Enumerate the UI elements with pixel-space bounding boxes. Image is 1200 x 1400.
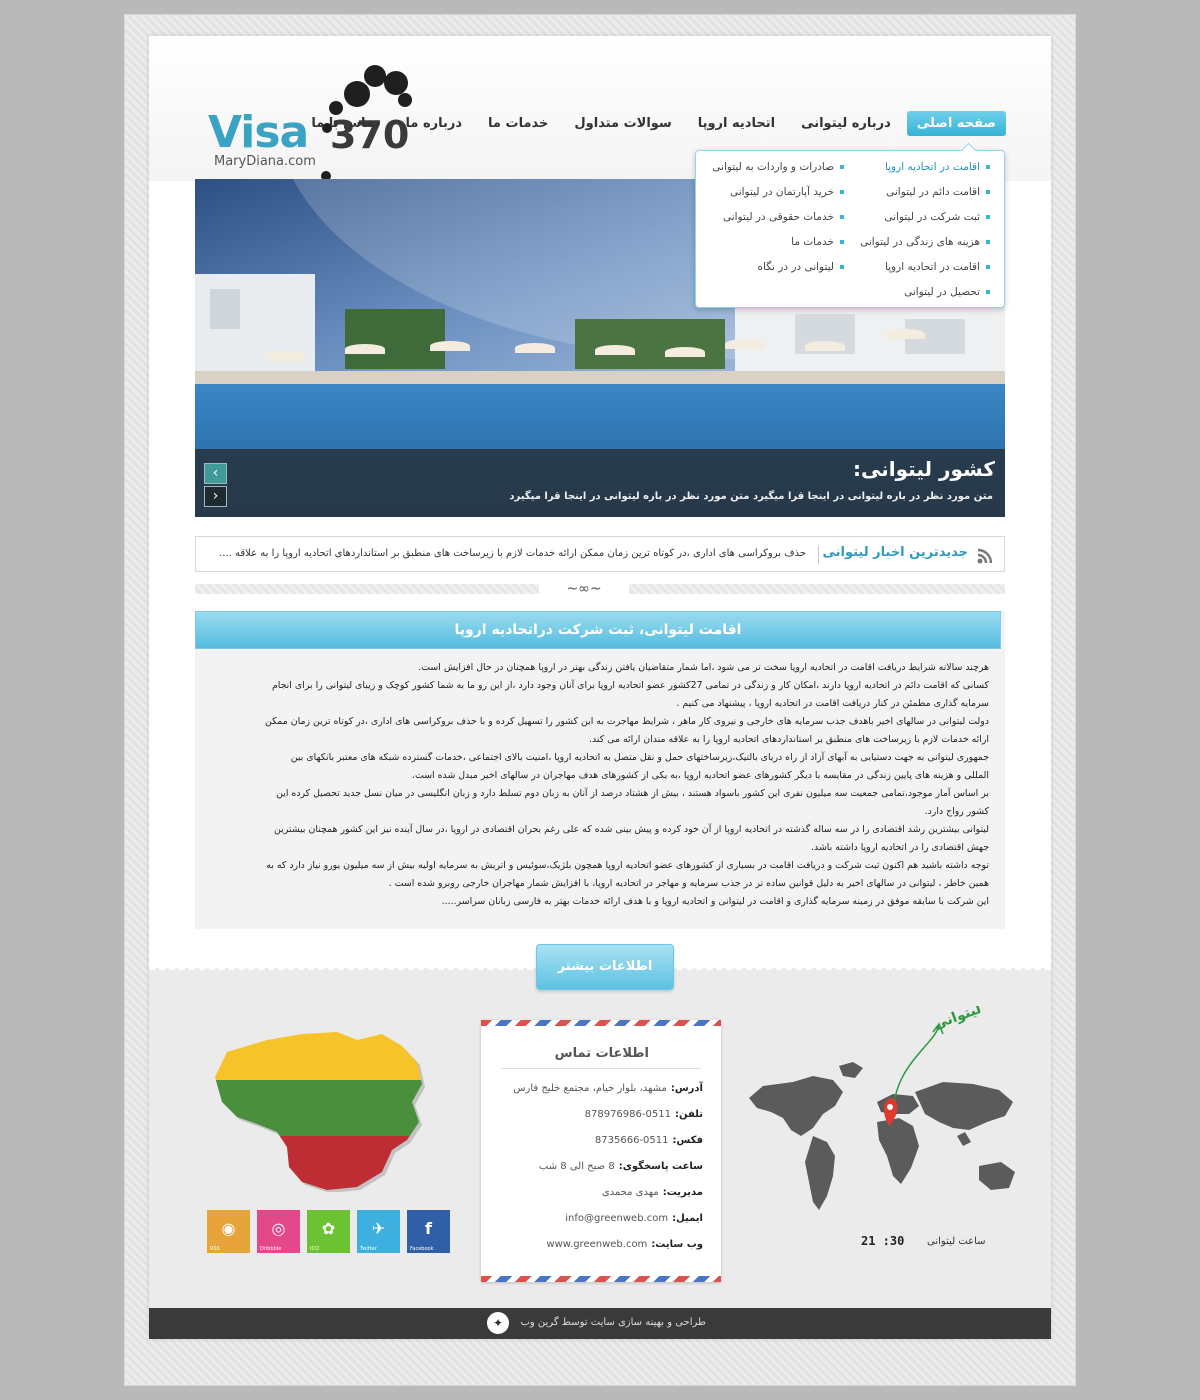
contact-phone: تلفن:0511-878976986	[584, 1109, 703, 1120]
contact-website[interactable]: وب سایت:www.greenweb.com	[493, 1236, 703, 1262]
map-label: لیتوانی	[931, 1006, 983, 1033]
dropdown-item[interactable]: اقامت دائم در لیتوانی	[845, 184, 990, 209]
social-links: ◉ RSS ◎ Dribbble ✿ ICQ ✈ Twitter f Facebook	[207, 1210, 450, 1253]
main-nav: صفحه اصلی درباره لیتوانی اتحادیه اروپا س…	[295, 111, 1006, 136]
news-text[interactable]: حذف بروکراسی های اداری ،در کوتاه ترین زم…	[219, 548, 806, 559]
nav-about-us[interactable]: درباره ما	[396, 111, 473, 136]
lithuania-clock: 21 :30	[861, 1234, 905, 1248]
dropdown-item[interactable]: هزینه های زندگی در لیتوانی	[845, 234, 990, 259]
rss-icon[interactable]: ◉ RSS	[207, 1210, 250, 1253]
contact-address: آدرس:مشهد، بلوار خیام، مجتمع خلیج فارس	[513, 1083, 703, 1094]
logo-word: Visa	[208, 107, 309, 158]
nav-services[interactable]: خدمات ما	[478, 111, 558, 136]
dropdown-item[interactable]: خرید آپارتمان در لیتوانی	[699, 184, 844, 209]
contact-hours: ساعت پاسخگوی:8 صبح الی 8 شب	[538, 1161, 703, 1172]
facebook-icon[interactable]: f Facebook	[407, 1210, 450, 1253]
hero-text: متن مورد نظر در باره لیتوانی در اینجا قر…	[509, 491, 993, 502]
hero-caption: کشور لیتوانی: متن مورد نظر در باره لیتوا…	[195, 449, 1005, 517]
article-section: اقامت لیتوانی، ثبت شرکت دراتحادیه اروپا …	[195, 611, 1005, 929]
nav-home[interactable]: صفحه اصلی	[906, 111, 1006, 136]
nav-faq[interactable]: سوالات متداول	[564, 111, 681, 136]
dropdown-item[interactable]: خدمات حقوقی در لیتوانی	[699, 209, 844, 234]
article-title: اقامت لیتوانی، ثبت شرکت دراتحادیه اروپا	[195, 611, 1001, 649]
news-title: جدیدترین اخبار لیتوانی	[822, 545, 968, 560]
contact-fax: فکس:0511-8735666	[594, 1135, 703, 1146]
dropdown-item[interactable]: ثبت شرکت در لیتوانی	[845, 209, 990, 234]
twitter-icon[interactable]: ✈ Twitter	[357, 1210, 400, 1253]
contact-manager: مدیریت:مهدی محمدی	[601, 1187, 703, 1198]
dropdown-item[interactable]: خدمات ما	[699, 234, 844, 259]
logo-subtitle: MaryDiana.com	[214, 154, 316, 169]
news-ticker: جدیدترین اخبار لیتوانی حذف بروکراسی های …	[195, 536, 1005, 572]
contact-card: اطلاعات تماس آدرس:مشهد، بلوار خیام، مجتم…	[481, 1020, 721, 1282]
article-body: هرچند سالانه شرایط دریافت اقامت در اتحاد…	[264, 662, 989, 907]
clock-label: ساعت لیتوانی	[927, 1236, 986, 1247]
footer-credit[interactable]: طراحی و بهینه سازی سایت توسط گرین وب	[521, 1317, 707, 1328]
contact-title: اطلاعات تماس	[554, 1046, 649, 1061]
divider-ornament-icon: ~∞~	[539, 580, 629, 598]
greenweb-logo-icon[interactable]: ✦	[487, 1312, 509, 1334]
nav-european-union[interactable]: اتحادیه اروپا	[688, 111, 785, 136]
dribbble-icon[interactable]: ◎ Dribbble	[257, 1210, 300, 1253]
dropdown-item[interactable]: صادرات و واردات به لیتوانی	[699, 159, 844, 184]
rss-icon	[977, 548, 993, 564]
icq-icon[interactable]: ✿ ICQ	[307, 1210, 350, 1253]
dropdown-item[interactable]: لیتوانی در در نگاه	[699, 259, 844, 284]
slider-next-button[interactable]: ›	[204, 486, 227, 507]
nav-about-lithuania[interactable]: درباره لیتوانی	[791, 111, 901, 136]
nav-contact[interactable]: تماس با ما	[301, 111, 389, 136]
footer: طراحی و بهینه سازی سایت توسط گرین وب ✦	[149, 1308, 1051, 1339]
dropdown-item[interactable]: اقامت در اتحادیه اروپا	[845, 159, 990, 184]
slider-prev-button[interactable]: ‹	[204, 463, 227, 484]
dropdown-item[interactable]: تحصیل در لیتوانی	[845, 284, 990, 309]
lithuania-flag-map	[215, 1032, 425, 1192]
page: Visa 370 MaryDiana.com صفحه اصلی درباره …	[149, 36, 1051, 1339]
dropdown-item[interactable]: اقامت در اتحادیه اروپا	[845, 259, 990, 284]
nav-dropdown-menu: اقامت در اتحادیه اروپا اقامت دائم در لیت…	[695, 150, 1005, 308]
more-info-button[interactable]: اطلاعات بیشتر	[536, 944, 674, 990]
hero-title: کشور لیتوانی:	[853, 457, 995, 481]
contact-email[interactable]: ایمیل:info@greenweb.com	[493, 1210, 703, 1236]
world-map: لیتوانی	[749, 1006, 1015, 1210]
